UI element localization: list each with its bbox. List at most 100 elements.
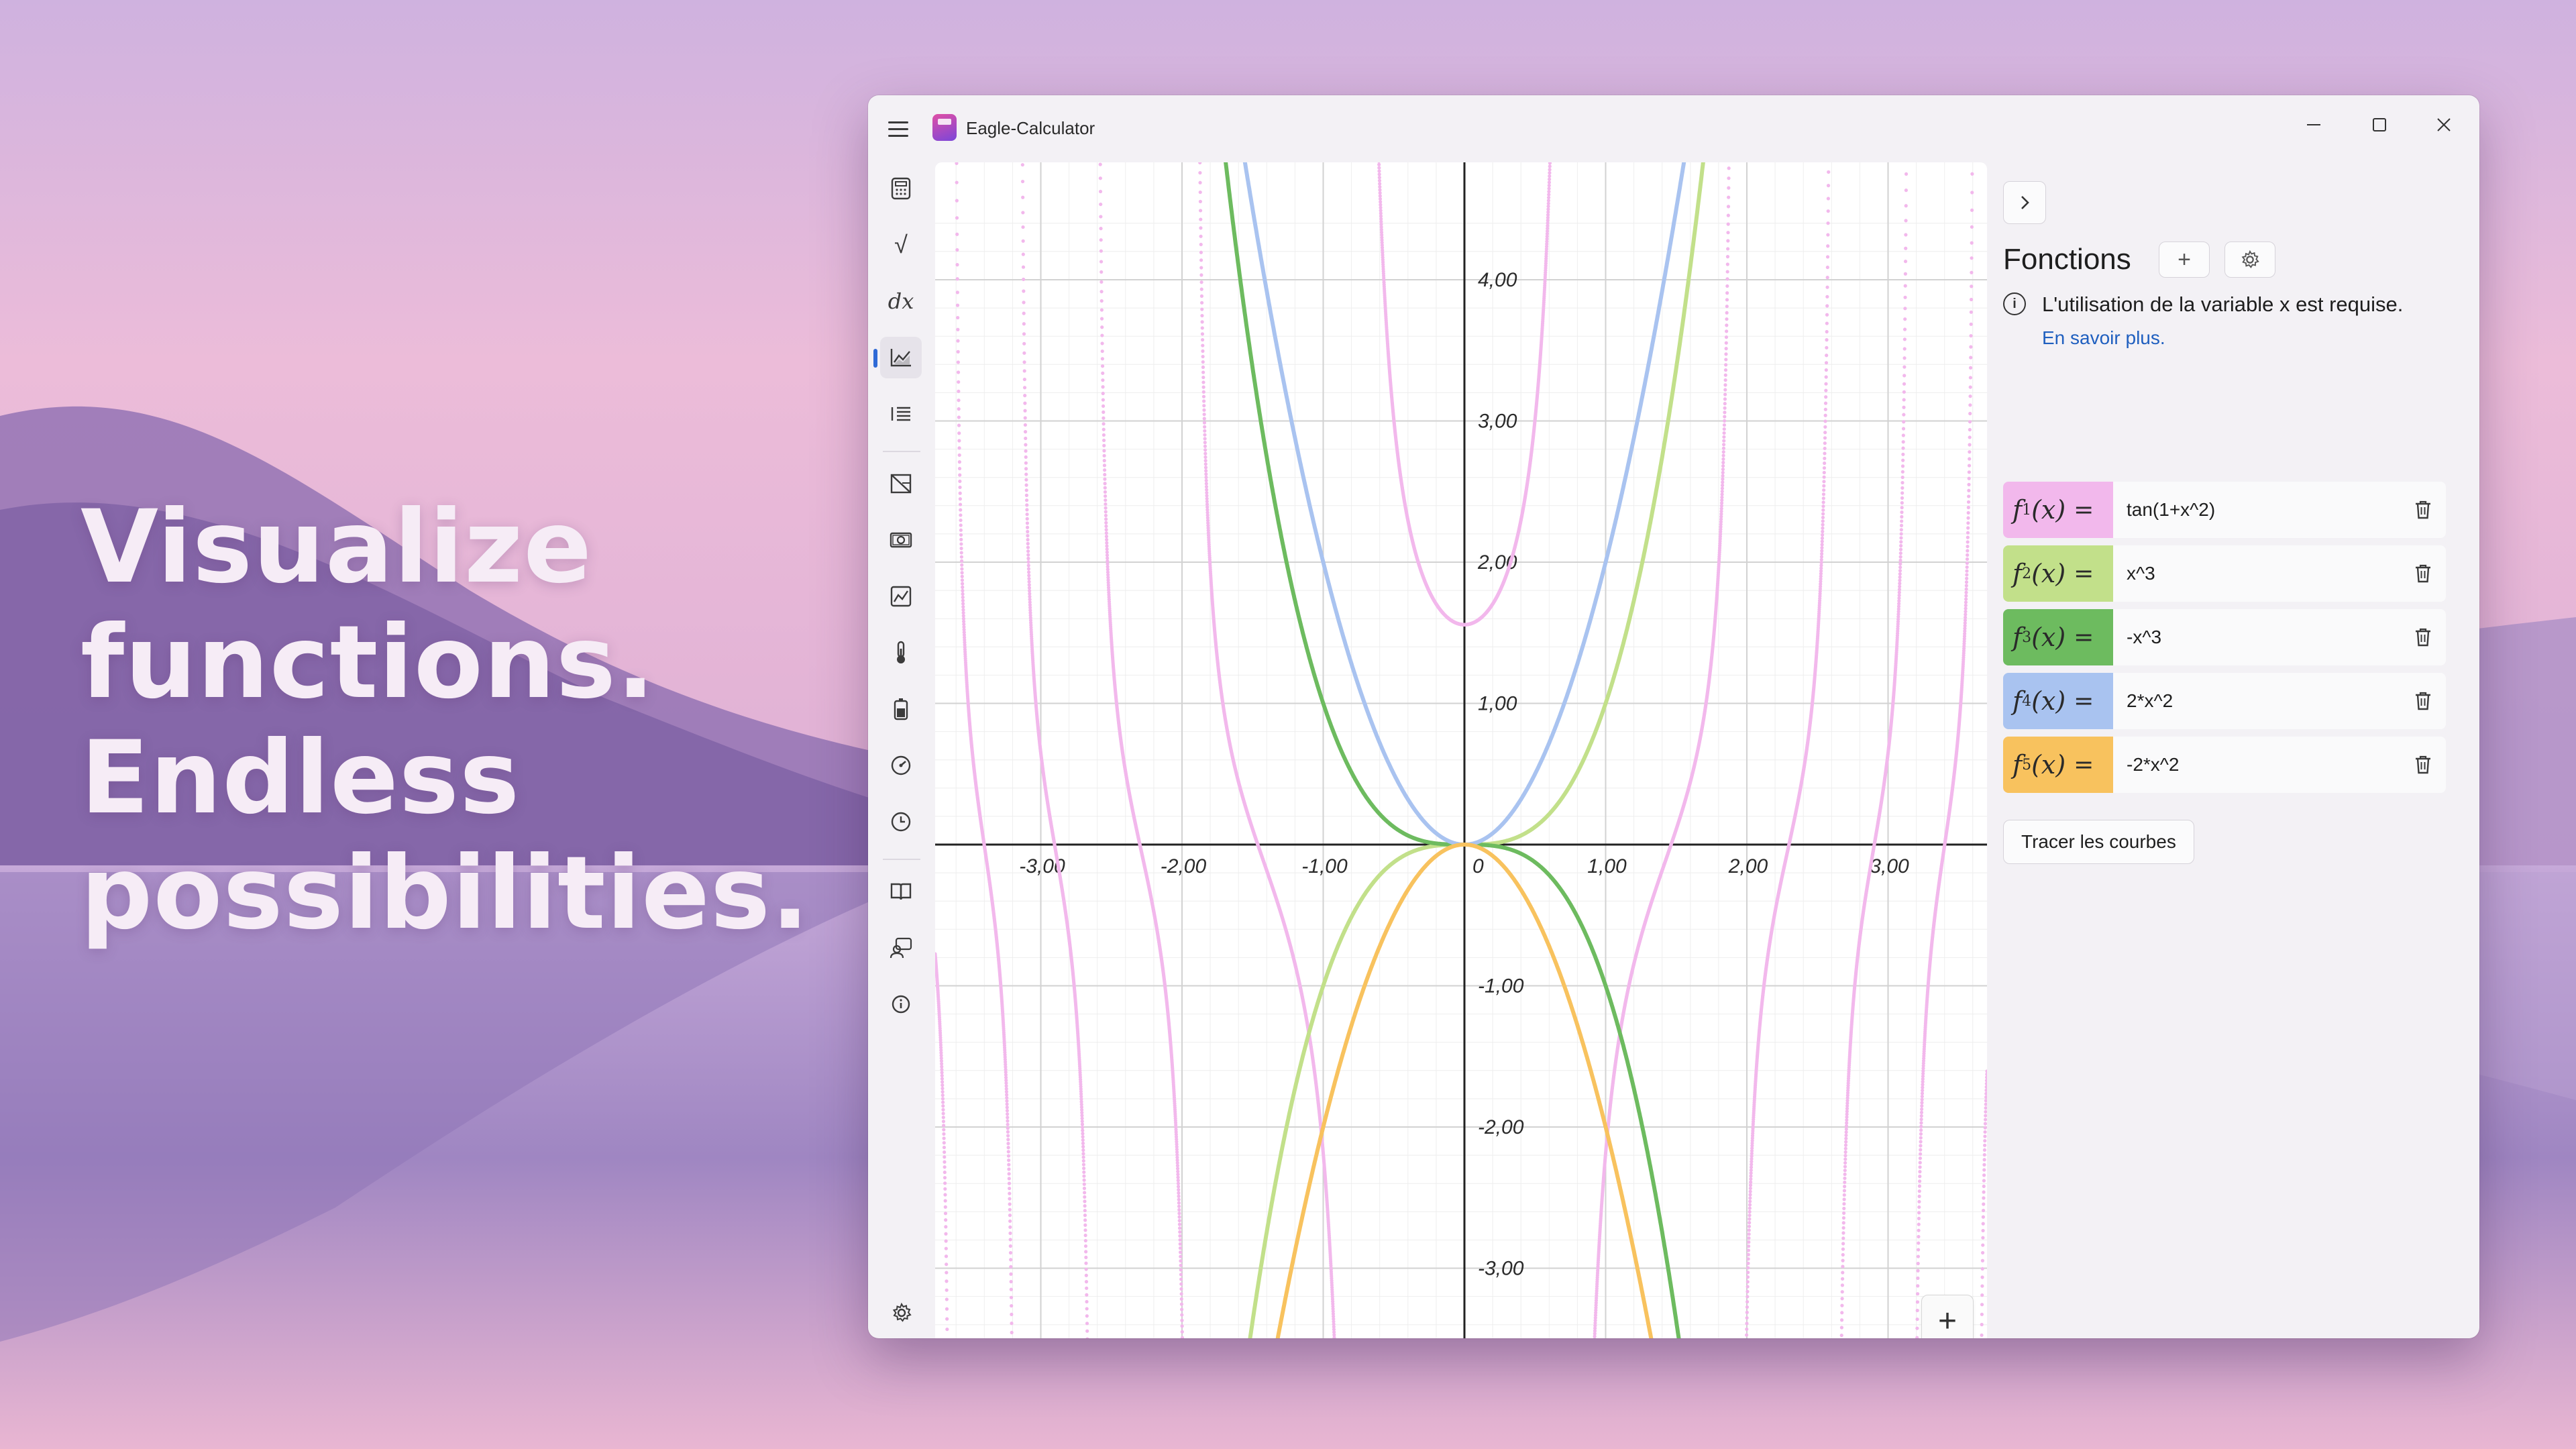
function-name: f [2012, 559, 2023, 588]
hamburger-menu-icon[interactable] [888, 115, 915, 142]
book-icon [890, 883, 912, 900]
nav-speed[interactable] [880, 745, 922, 786]
nav-documentation[interactable] [880, 871, 922, 912]
function-name: f [2012, 623, 2023, 652]
function-expression-input[interactable]: tan(1+x^2) [2127, 499, 2215, 521]
function-name: f [2012, 495, 2023, 525]
delete-function-button[interactable] [2407, 749, 2439, 781]
minimize-button[interactable] [2284, 105, 2344, 145]
settings-button[interactable] [888, 1299, 915, 1326]
nav-statistics[interactable] [880, 576, 922, 617]
series-line [1248, 162, 1705, 1338]
rail-divider [883, 859, 920, 860]
equals-sign: = [2074, 751, 2094, 779]
calculator-icon [891, 177, 911, 200]
function-label: f 4 (x) = [2003, 673, 2113, 729]
maximize-icon [2373, 118, 2386, 131]
delete-function-button[interactable] [2407, 685, 2439, 717]
square-root-icon: √ [894, 231, 908, 258]
plot-curves-button[interactable]: Tracer les courbes [2003, 820, 2194, 864]
add-function-button[interactable]: + [2159, 241, 2210, 278]
function-index: 3 [2022, 629, 2032, 646]
battery-icon [894, 698, 908, 720]
function-row[interactable]: f 5 (x) = -2*x^2 [2003, 737, 2446, 793]
close-icon [2437, 118, 2451, 131]
y-tick-label: -1,00 [1478, 975, 1524, 998]
nav-scientific[interactable]: √ [880, 224, 922, 266]
y-tick-label: 1,00 [1478, 693, 1517, 715]
trash-icon [2416, 564, 2430, 583]
plus-icon: + [2178, 246, 2191, 272]
learn-more-link[interactable]: En savoir plus. [2042, 327, 2165, 349]
function-row[interactable]: f 1 (x) = tan(1+x^2) [2003, 482, 2446, 538]
list-icon [891, 407, 910, 421]
equals-sign: = [2074, 687, 2094, 715]
delete-function-button[interactable] [2407, 494, 2439, 526]
maximize-button[interactable] [2349, 105, 2410, 145]
function-label: f 5 (x) = [2003, 737, 2113, 793]
hero-line-1: Visualize [80, 489, 593, 606]
delete-function-button[interactable] [2407, 621, 2439, 653]
nav-derivative[interactable]: dx [880, 280, 922, 322]
y-tick-label: -2,00 [1478, 1116, 1524, 1138]
hero-line-2: functions. [80, 604, 655, 721]
currency-icon [890, 532, 912, 548]
chart-icon [890, 586, 912, 607]
function-label: f 1 (x) = [2003, 482, 2113, 538]
y-tick-label: 4,00 [1478, 269, 1517, 291]
collapse-panel-button[interactable] [2003, 181, 2046, 224]
speed-icon [891, 755, 911, 775]
feedback-icon [890, 937, 912, 959]
chevron-right-icon [2021, 196, 2029, 209]
function-row[interactable]: f 2 (x) = x^3 [2003, 545, 2446, 602]
graph-canvas[interactable]: -3,00 -2,00 -1,00 1,00 2,00 3,00 4,00 3,00 2,00 1… [935, 162, 1987, 1338]
graph-settings-button[interactable] [2224, 241, 2275, 278]
function-arg: (x) [2031, 750, 2066, 780]
functions-panel: Fonctions + i L'utilisation de la variab… [2003, 162, 2466, 1338]
function-expression-input[interactable]: -x^3 [2127, 627, 2161, 648]
plus-icon: + [1937, 1303, 1957, 1339]
scale-icon [890, 474, 912, 494]
function-expression-input[interactable]: x^3 [2127, 563, 2155, 584]
function-label: f 3 (x) = [2003, 609, 2113, 665]
nav-feedback[interactable] [880, 927, 922, 969]
function-index: 5 [2022, 756, 2032, 773]
function-row[interactable]: f 3 (x) = -x^3 [2003, 609, 2446, 665]
nav-time[interactable] [880, 801, 922, 843]
zoom-in-button[interactable]: + [1921, 1295, 1974, 1338]
y-tick-label: -3,00 [1478, 1258, 1524, 1280]
delete-function-button[interactable] [2407, 557, 2439, 590]
function-arg: (x) [2031, 686, 2066, 716]
nav-area-converter[interactable] [880, 463, 922, 504]
equals-sign: = [2074, 559, 2094, 588]
function-name: f [2012, 750, 2023, 780]
trash-icon [2416, 500, 2430, 519]
function-arg: (x) [2031, 495, 2066, 525]
navigation-rail: √ dx [868, 162, 932, 1338]
function-arg: (x) [2031, 623, 2066, 652]
x-tick-label: 2,00 [1728, 855, 1768, 877]
function-row[interactable]: f 4 (x) = 2*x^2 [2003, 673, 2446, 729]
close-button[interactable] [2414, 105, 2474, 145]
nav-list[interactable] [880, 393, 922, 435]
origin-label: 0 [1472, 855, 1484, 877]
x-tick-label: -1,00 [1301, 855, 1348, 877]
info-icon [892, 995, 910, 1014]
nav-standard-calculator[interactable] [880, 168, 922, 209]
function-expression-input[interactable]: -2*x^2 [2127, 754, 2180, 775]
nav-temperature[interactable] [880, 632, 922, 674]
equals-sign: = [2074, 496, 2094, 524]
function-label: f 2 (x) = [2003, 545, 2113, 602]
nav-graphing[interactable] [873, 337, 922, 378]
nav-currency[interactable] [880, 519, 922, 561]
series-line [1224, 162, 1681, 1338]
hero-line-3: Endless [80, 720, 521, 837]
function-expression-input[interactable]: 2*x^2 [2127, 690, 2173, 712]
trash-icon [2416, 628, 2430, 647]
nav-about[interactable] [880, 983, 922, 1025]
function-plot[interactable]: -3,00 -2,00 -1,00 1,00 2,00 3,004,003,002,001… [935, 162, 1987, 1338]
function-name: f [2012, 686, 2023, 716]
nav-energy[interactable] [880, 688, 922, 730]
y-tick-label: 3,00 [1478, 411, 1517, 433]
function-index: 1 [2022, 501, 2032, 519]
